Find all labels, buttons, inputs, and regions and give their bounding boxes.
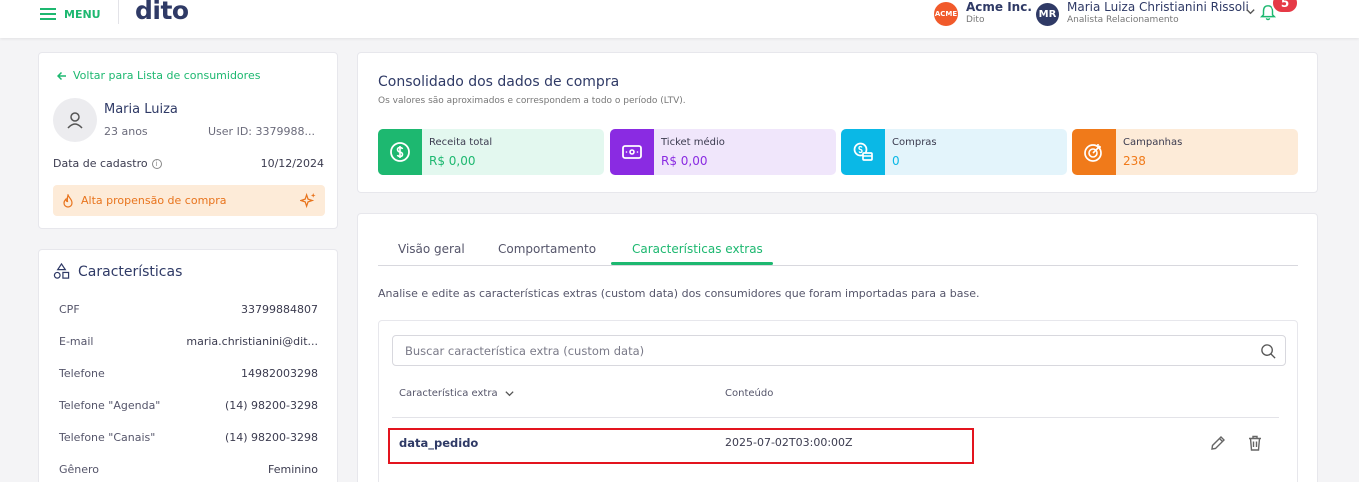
characteristics-title: Características [53,263,182,280]
char-key: Telefone "Canais" [59,431,156,444]
metric-icon [841,129,885,175]
char-value: Feminino [268,463,318,476]
metric-label: Receita total [429,137,493,148]
highlight-box [388,428,974,464]
fire-icon [63,193,73,208]
back-link-label: Voltar para Lista de consumidores [73,69,261,82]
consumer-age: 23 anos [104,125,148,138]
char-value: 33799884807 [241,303,318,316]
metric-value: 238 [1123,154,1146,168]
column-header-label: Conteúdo [725,388,774,399]
char-value: 14982003298 [241,367,318,380]
arrow-left-icon [57,71,66,80]
company-name: Acme Inc. [966,0,1032,14]
char-key: Telefone [59,367,105,380]
company-sub: Dito [966,15,985,25]
back-link[interactable]: Voltar para Lista de consumidores [57,69,260,82]
profile-card: Voltar para Lista de consumidores Maria … [38,52,338,229]
char-key: CPF [59,303,80,316]
purchase-summary-card: Consolidado dos dados de compra Os valor… [357,52,1318,193]
custom-data-table: Característica extra Conteúdo data_pedid… [378,320,1298,482]
chevron-down-icon[interactable] [1245,6,1256,17]
purchase-subtitle: Os valores são aproximados e corresponde… [378,96,686,106]
propensity-banner: Alta propensão de compra [53,185,325,216]
search-icon[interactable] [1260,343,1277,360]
active-tab-indicator [611,262,773,265]
purchase-title: Consolidado dos dados de compra [378,74,620,90]
registration-label: Data de cadastro [53,157,148,170]
tab-behavior[interactable]: Comportamento [498,242,596,256]
app-logo[interactable]: dito [135,0,189,25]
metric-value: 0 [892,154,900,168]
custom-data-card: Visão geral Comportamento Característica… [357,213,1318,482]
top-bar: MENU dito ACME Acme Inc. Dito MR Maria L… [0,0,1359,38]
dollar-icon [390,142,410,162]
metric-icon [378,129,422,175]
registration-date: 10/12/2024 [260,157,324,170]
metric-label: Compras [892,137,937,148]
char-row-phone-channels: Telefone "Canais" (14) 98200-3298 [59,431,318,444]
char-key: Gênero [59,463,100,476]
consumer-name: Maria Luiza [104,102,178,117]
char-row-cpf: CPF 33799884807 [59,303,318,316]
tab-extra-characteristics[interactable]: Características extras [632,242,763,256]
edit-icon[interactable] [1209,434,1227,452]
column-header-content: Conteúdo [725,388,773,399]
avatar: MR [1036,3,1059,26]
propensity-label: Alta propensão de compra [81,194,227,207]
user-id: User ID: 3379988... [208,125,315,138]
target-icon [1084,144,1102,162]
column-header-label: Característica extra [399,388,498,399]
char-row-phone-agenda: Telefone "Agenda" (14) 98200-3298 [59,399,318,412]
hamburger-icon [40,8,56,20]
char-row-phone: Telefone 14982003298 [59,367,318,380]
char-key: E-mail [59,335,94,348]
trash-icon[interactable] [1246,434,1264,452]
user-menu[interactable]: MR Maria Luiza Christianini Rissoli Anal… [1036,1,1249,27]
divider [118,0,119,24]
metric-value: R$ 0,00 [661,154,708,168]
ticket-icon [622,145,642,159]
company-logo: ACME [934,2,958,26]
chevron-down-icon [504,391,514,397]
characteristics-card: Características CPF 33799884807 E-mail mar… [38,249,338,482]
user-name: Maria Luiza Christianini Rissoli [1067,0,1249,14]
characteristics-title-label: Características [78,263,183,280]
char-value: maria.christianini@dit... [186,335,318,348]
metric-value: R$ 0,00 [429,154,476,168]
metric-icon [610,129,654,175]
search-box [392,335,1286,366]
metric-revenue: Receita total R$ 0,00 [378,129,604,175]
company-switcher[interactable]: ACME Acme Inc. Dito [934,1,1032,27]
registration-row: Data de cadastro i 10/12/2024 [53,157,324,170]
metric-campaigns: Campanhas 238 [1072,129,1298,175]
menu-button[interactable]: MENU [40,7,101,21]
search-input[interactable] [393,336,1233,365]
char-value: (14) 98200-3298 [224,399,318,412]
metric-label: Campanhas [1123,137,1183,148]
shapes-icon [53,263,70,279]
tab-overview[interactable]: Visão geral [398,242,465,256]
metric-ticket: Ticket médio R$ 0,00 [610,129,836,175]
sparkle-icon[interactable] [300,192,317,209]
metric-icon [1072,129,1116,175]
header-divider [392,417,1279,418]
notification-badge: 5 [1271,0,1299,14]
char-key: Telefone "Agenda" [59,399,161,412]
metric-label: Ticket médio [661,137,725,148]
avatar [53,98,97,142]
tab-bar: Visão geral Comportamento Característica… [378,240,1298,266]
metric-purchases: Compras 0 [841,129,1067,175]
column-header-characteristic[interactable]: Característica extra [399,388,515,399]
info-icon[interactable]: i [151,158,162,169]
char-value: (14) 98200-3298 [224,431,318,444]
tab-description: Analise e edite as características extra… [378,287,980,300]
menu-label: MENU [64,7,101,21]
user-icon [67,112,83,129]
char-row-gender: Gênero Feminino [59,463,318,476]
coins-icon [853,142,873,161]
char-row-email: E-mail maria.christianini@dit... [59,335,318,348]
user-role: Analista Relacionamento [1067,15,1179,25]
